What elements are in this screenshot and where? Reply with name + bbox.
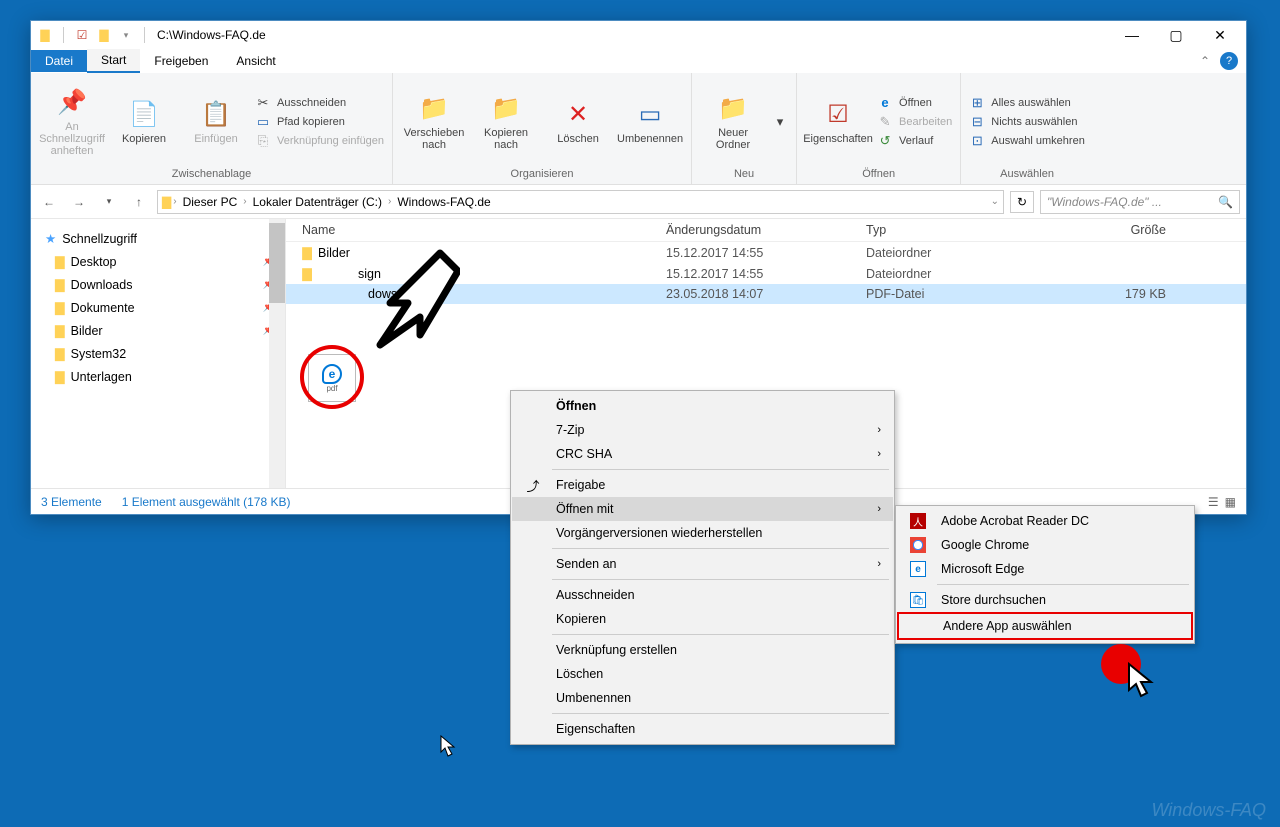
sidebar-item-downloads[interactable]: ▇Downloads📌 xyxy=(35,273,281,296)
minimize-button[interactable]: — xyxy=(1110,21,1154,49)
status-selected: 1 Element ausgewählt (178 KB) xyxy=(122,495,291,509)
sidebar-item-desktop[interactable]: ▇Desktop📌 xyxy=(35,250,281,273)
ctx-send-to[interactable]: Senden an› xyxy=(512,552,893,576)
sidebar-item-pictures[interactable]: ▇Bilder📌 xyxy=(35,319,281,342)
file-row-selected[interactable]: dows-FAQ.pdf 23.05.2018 14:07 PDF-Datei … xyxy=(286,284,1246,304)
rename-button[interactable]: ▭Umbenennen xyxy=(617,99,683,145)
icons-view-icon[interactable]: ▦ xyxy=(1225,495,1236,509)
copy-button[interactable]: 📄Kopieren xyxy=(111,99,177,145)
cursor-icon xyxy=(1127,662,1159,702)
context-menu: Öffnen 7-Zip› CRC SHA› ⤴Freigabe Öffnen … xyxy=(510,390,895,745)
paste-shortcut-button[interactable]: ⎘Verknüpfung einfügen xyxy=(255,133,384,149)
sidebar-item-system32[interactable]: ▇System32 xyxy=(35,342,281,365)
ctx-create-shortcut[interactable]: Verknüpfung erstellen xyxy=(512,638,893,662)
properties-icon[interactable]: ☑ xyxy=(72,25,92,45)
new-folder-button[interactable]: 📁Neuer Ordner xyxy=(700,93,766,151)
ribbon-tabs: Datei Start Freigeben Ansicht ⌃ ? xyxy=(31,49,1246,73)
column-date[interactable]: Änderungsdatum xyxy=(666,223,866,237)
nav-scrollthumb[interactable] xyxy=(269,223,285,303)
breadcrumb[interactable]: ▇ › Dieser PC › Lokaler Datenträger (C:)… xyxy=(157,190,1004,214)
move-to-button[interactable]: 📁Verschieben nach xyxy=(401,93,467,151)
breadcrumb-drive[interactable]: Lokaler Datenträger (C:) xyxy=(249,195,386,209)
help-icon[interactable]: ? xyxy=(1220,52,1238,70)
tab-datei[interactable]: Datei xyxy=(31,50,87,72)
ctx-open-with[interactable]: Öffnen mit› xyxy=(512,497,893,521)
select-all-button[interactable]: ⊞Alles auswählen xyxy=(969,95,1085,111)
back-button[interactable]: ← xyxy=(37,190,61,214)
ctx-cut[interactable]: Ausschneiden xyxy=(512,583,893,607)
folder-icon: ▇ xyxy=(162,195,171,209)
submenu-acrobat[interactable]: 人Adobe Acrobat Reader DC xyxy=(897,509,1193,533)
pdf-file-icon: epdf xyxy=(308,354,356,402)
sidebar-item-documents[interactable]: ▇Dokumente📌 xyxy=(35,296,281,319)
select-none-button[interactable]: ⊟Nichts auswählen xyxy=(969,114,1085,130)
folder-icon: ▇ xyxy=(296,266,318,281)
folder-icon: ▇ xyxy=(296,245,318,260)
breadcrumb-pc[interactable]: Dieser PC xyxy=(179,195,242,209)
ctx-properties[interactable]: Eigenschaften xyxy=(512,717,893,741)
title-path: C:\Windows-FAQ.de xyxy=(157,28,266,42)
context-submenu-openwith: 人Adobe Acrobat Reader DC Google Chrome e… xyxy=(895,505,1195,644)
ribbon: 📌An Schnellzugriff anheften 📄Kopieren 📋E… xyxy=(31,73,1246,185)
details-view-icon[interactable]: ☰ xyxy=(1208,495,1219,509)
share-icon: ⤴ xyxy=(524,476,542,494)
ctx-7zip[interactable]: 7-Zip› xyxy=(512,418,893,442)
column-size[interactable]: Größe xyxy=(1066,223,1166,237)
column-headers[interactable]: Name Änderungsdatum Typ Größe xyxy=(286,219,1246,242)
sidebar-item-unterlagen[interactable]: ▇Unterlagen xyxy=(35,365,281,388)
paste-button[interactable]: 📋Einfügen xyxy=(183,99,249,145)
submenu-chrome[interactable]: Google Chrome xyxy=(897,533,1193,557)
collapse-ribbon-icon[interactable]: ⌃ xyxy=(1200,54,1210,68)
ctx-share[interactable]: ⤴Freigabe xyxy=(512,473,893,497)
history-button[interactable]: ↺Verlauf xyxy=(877,133,952,149)
search-input[interactable]: "Windows-FAQ.de" ...🔍 xyxy=(1040,190,1240,214)
qat-dropdown-icon[interactable]: ▾ xyxy=(116,25,136,45)
annotation-red-dot xyxy=(1101,644,1141,684)
watermark: Windows-FAQ xyxy=(1151,800,1266,821)
status-count: 3 Elemente xyxy=(41,495,102,509)
file-row[interactable]: ▇ sign 15.12.2017 14:55 Dateiordner xyxy=(286,263,1246,284)
submenu-store[interactable]: 🛍Store durchsuchen xyxy=(897,588,1193,612)
search-icon: 🔍 xyxy=(1218,195,1233,209)
properties-button[interactable]: ☑Eigenschaften xyxy=(805,99,871,145)
close-button[interactable]: ✕ xyxy=(1198,21,1242,49)
address-bar: ← → ▾ ↑ ▇ › Dieser PC › Lokaler Datenträ… xyxy=(31,185,1246,219)
copy-to-button[interactable]: 📁Kopieren nach xyxy=(473,93,539,151)
submenu-choose-other-app[interactable]: Andere App auswählen xyxy=(897,612,1193,640)
delete-button[interactable]: ✕Löschen xyxy=(545,99,611,145)
new-folder-icon[interactable]: ▇ xyxy=(94,25,114,45)
open-button[interactable]: eÖffnen xyxy=(877,95,952,111)
cut-button[interactable]: ✂Ausschneiden xyxy=(255,95,384,111)
tab-start[interactable]: Start xyxy=(87,49,140,73)
ctx-delete[interactable]: Löschen xyxy=(512,662,893,686)
ctx-open[interactable]: Öffnen xyxy=(512,394,893,418)
refresh-button[interactable]: ↻ xyxy=(1010,191,1034,213)
ctx-previous-versions[interactable]: Vorgängerversionen wiederherstellen xyxy=(512,521,893,545)
column-name[interactable]: Name xyxy=(296,223,666,237)
edit-button[interactable]: ✎Bearbeiten xyxy=(877,114,952,130)
titlebar: ▇ ☑ ▇ ▾ C:\Windows-FAQ.de — ▢ ✕ xyxy=(31,21,1246,49)
breadcrumb-folder[interactable]: Windows-FAQ.de xyxy=(393,195,494,209)
file-row[interactable]: ▇ Bilder 15.12.2017 14:55 Dateiordner xyxy=(286,242,1246,263)
recent-dropdown[interactable]: ▾ xyxy=(97,190,121,214)
invert-selection-button[interactable]: ⊡Auswahl umkehren xyxy=(969,133,1085,149)
folder-icon: ▇ xyxy=(35,25,55,45)
pin-to-quickaccess-button[interactable]: 📌An Schnellzugriff anheften xyxy=(39,87,105,157)
copy-path-button[interactable]: ▭Pfad kopieren xyxy=(255,114,384,130)
up-button[interactable]: ↑ xyxy=(127,190,151,214)
column-type[interactable]: Typ xyxy=(866,223,1066,237)
sidebar-item-quickaccess[interactable]: ★Schnellzugriff xyxy=(35,227,281,250)
tab-ansicht[interactable]: Ansicht xyxy=(222,50,289,72)
forward-button[interactable]: → xyxy=(67,190,91,214)
navigation-tree[interactable]: ★Schnellzugriff ▇Desktop📌 ▇Downloads📌 ▇D… xyxy=(31,219,286,488)
tab-freigeben[interactable]: Freigeben xyxy=(140,50,222,72)
ctx-rename[interactable]: Umbenennen xyxy=(512,686,893,710)
ctx-crc[interactable]: CRC SHA› xyxy=(512,442,893,466)
maximize-button[interactable]: ▢ xyxy=(1154,21,1198,49)
new-item-dropdown[interactable]: ▾ xyxy=(772,114,788,130)
cursor-icon xyxy=(440,735,458,759)
submenu-edge[interactable]: eMicrosoft Edge xyxy=(897,557,1193,581)
ctx-copy[interactable]: Kopieren xyxy=(512,607,893,631)
